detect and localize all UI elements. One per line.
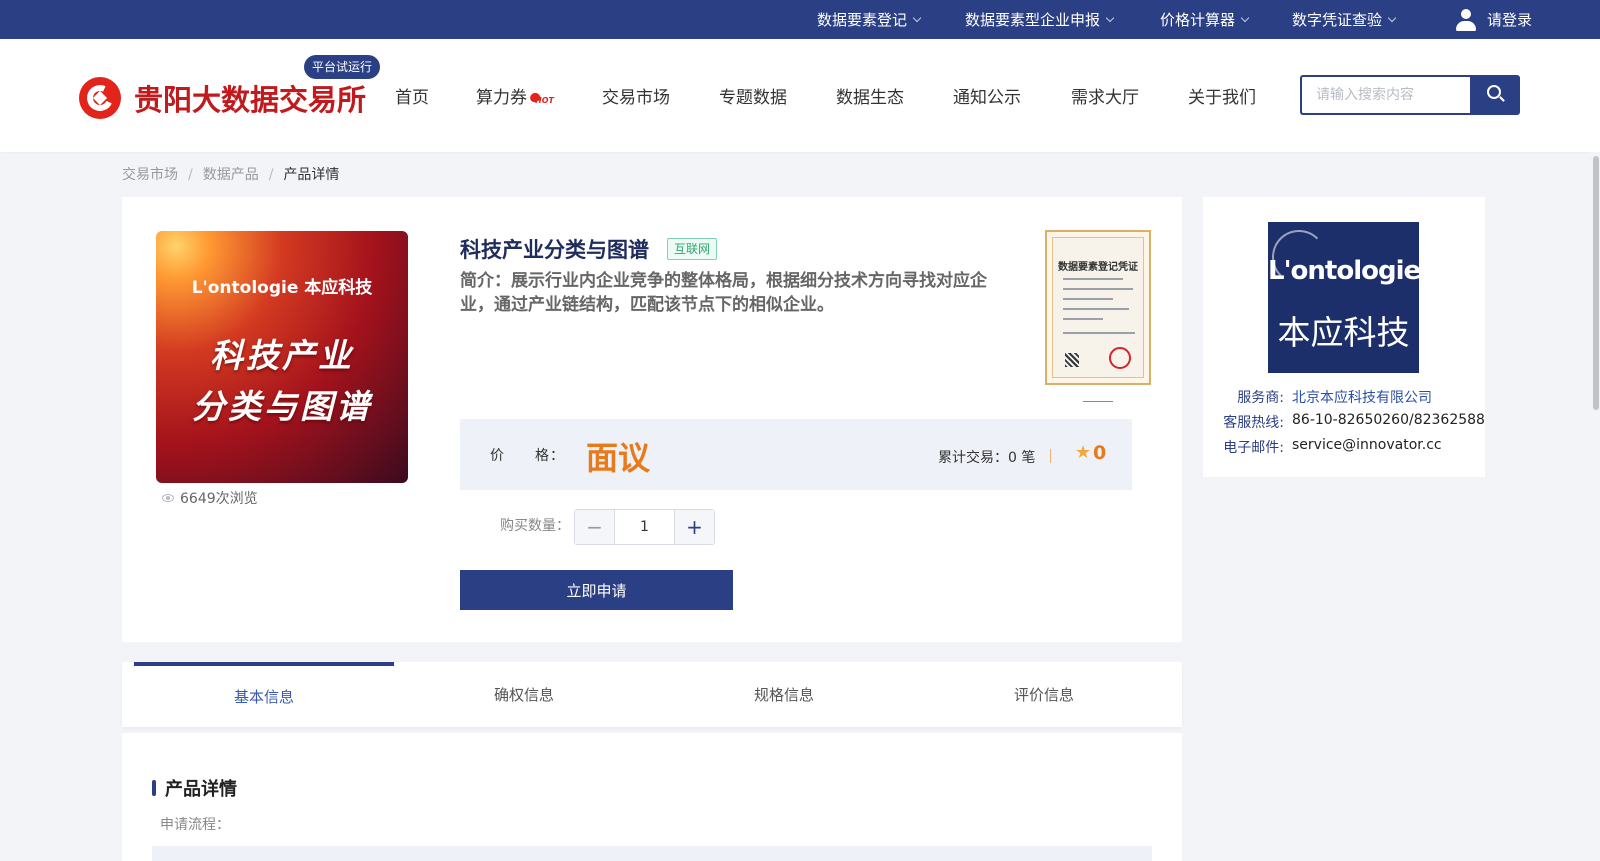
topnav-enterprise-declaration[interactable]: 数据要素型企业申报 (965, 0, 1115, 39)
view-count-text: 6649次浏览 (180, 491, 258, 507)
nav-label: 算力券 (476, 88, 527, 108)
price-value: 面议 (586, 439, 651, 477)
breadcrumb-trading-market[interactable]: 交易市场 (122, 167, 178, 183)
topnav-label: 价格计算器 (1160, 11, 1236, 29)
product-detail-section: 产品详情 申请流程： (122, 733, 1182, 861)
provider-name-link[interactable]: 北京本应科技有限公司 (1292, 387, 1432, 407)
nav-demand-hall[interactable]: 需求大厅 (1071, 83, 1139, 108)
view-count: 6649次浏览 (162, 488, 258, 508)
product-category-tag: 互联网 (667, 238, 718, 260)
quantity-stepper: − 1 + (574, 509, 715, 545)
seal-icon (1109, 347, 1131, 369)
main-header: 贵阳大数据交易所 平台试运行 首页 算力券 HOT 交易市场 专题数据 数据生态 … (0, 39, 1600, 152)
provider-hotline-key: 客服热线: (1223, 415, 1284, 431)
chevron-down-icon (912, 13, 922, 22)
provider-name-key: 服务商: (1237, 390, 1284, 406)
info-tabs: 基本信息 确权信息 规格信息 评价信息 (122, 662, 1182, 727)
search-button[interactable] (1470, 75, 1520, 115)
product-card: L'ontologie 本应科技 科技产业 分类与图谱 6649次浏览 科技产业… (122, 197, 1182, 642)
nav-trading-market[interactable]: 交易市场 (602, 83, 670, 108)
topnav-certificate-verify[interactable]: 数字凭证查验 (1292, 0, 1397, 39)
chevron-down-icon (1240, 13, 1250, 22)
scrollbar-thumb[interactable] (1593, 156, 1599, 410)
increment-button[interactable]: + (674, 510, 714, 544)
product-description: 简介：展示行业内企业竞争的整体格局，根据细分技术方向寻找对应企业，通过产业链结构… (460, 271, 987, 315)
hot-badge-text: HOT (535, 96, 554, 105)
user-icon (1455, 8, 1477, 32)
apply-now-button[interactable]: 立即申请 (460, 570, 733, 610)
nav-about-us[interactable]: 关于我们 (1188, 83, 1256, 108)
decrement-button[interactable]: − (575, 510, 615, 544)
top-bar: 数据要素登记 数据要素型企业申报 价格计算器 数字凭证查验 请登录 (0, 0, 1600, 39)
divider (1050, 449, 1051, 463)
quantity-label: 购买数量： (500, 518, 570, 534)
nav-compute-voucher[interactable]: 算力券 HOT (476, 83, 554, 108)
chevron-down-icon (1387, 13, 1397, 22)
topnav-data-registration[interactable]: 数据要素登记 (817, 0, 922, 39)
breadcrumb-current: 产品详情 (283, 167, 340, 183)
product-image-line1: 科技产业 (210, 336, 354, 375)
product-image-brand: L'ontologie 本应科技 (191, 278, 373, 298)
login-link[interactable]: 请登录 (1455, 0, 1532, 39)
rating-value: 0 (1093, 442, 1107, 464)
hot-badge-icon: HOT (528, 91, 554, 105)
search-box (1300, 75, 1470, 115)
certificate-thumbnail[interactable]: 数据要素登记凭证 (1045, 230, 1151, 385)
tab-review-info[interactable]: 评价信息 (914, 662, 1174, 727)
site-logo-text[interactable]: 贵阳大数据交易所 (134, 77, 366, 119)
provider-email-value: service@innovator.cc (1292, 437, 1442, 453)
provider-email-key: 电子邮件: (1223, 440, 1284, 456)
qr-code-icon (1065, 353, 1079, 367)
eye-icon (162, 494, 174, 502)
breadcrumb: 交易市场 / 数据产品 / 产品详情 (122, 167, 340, 183)
product-title: 科技产业分类与图谱 (460, 238, 649, 262)
provider-card: L'ontologie 本应科技 服务商: 北京本应科技有限公司 客服热线: 8… (1203, 197, 1485, 477)
product-image: L'ontologie 本应科技 科技产业 分类与图谱 (156, 231, 408, 483)
tab-rights-info[interactable]: 确权信息 (394, 662, 654, 727)
provider-logo-line2: 本应科技 (1277, 313, 1410, 352)
breadcrumb-data-products[interactable]: 数据产品 (203, 167, 259, 183)
nav-home[interactable]: 首页 (395, 83, 429, 108)
nav-data-ecosystem[interactable]: 数据生态 (836, 83, 904, 108)
provider-logo: L'ontologie 本应科技 (1268, 222, 1419, 373)
application-flow-box (152, 846, 1152, 861)
product-image-line2: 分类与图谱 (192, 387, 372, 426)
certificate-indicator (1083, 401, 1113, 402)
tab-basic-info[interactable]: 基本信息 (134, 662, 394, 727)
trade-count: 累计交易：0 笔 (938, 450, 1036, 466)
tab-spec-info[interactable]: 规格信息 (654, 662, 914, 727)
provider-hotline-value: 86-10-82650260/82362588 (1292, 412, 1485, 428)
topnav-price-calculator[interactable]: 价格计算器 (1160, 0, 1250, 39)
provider-name-row: 服务商: 北京本应科技有限公司 (1223, 387, 1432, 407)
application-flow-label: 申请流程： (160, 817, 230, 833)
quantity-value[interactable]: 1 (615, 510, 674, 544)
search-input[interactable] (1302, 77, 1470, 113)
price-label: 价 格： (490, 448, 565, 464)
nav-topic-data[interactable]: 专题数据 (719, 83, 787, 108)
nav-notices[interactable]: 通知公示 (953, 83, 1021, 108)
provider-email-row: 电子邮件: service@innovator.cc (1223, 437, 1442, 457)
section-title: 产品详情 (152, 775, 237, 801)
star-icon: ★ (1075, 442, 1092, 463)
topnav-label: 数据要素登记 (817, 11, 908, 29)
topnav-label: 数据要素型企业申报 (965, 11, 1101, 29)
provider-logo-line1: L'ontologie (1268, 256, 1419, 286)
chevron-down-icon (1105, 13, 1115, 22)
provider-hotline-row: 客服热线: 86-10-82650260/82362588 (1223, 412, 1485, 432)
topnav-label: 数字凭证查验 (1292, 11, 1383, 29)
price-panel: 价 格： 面议 累计交易：0 笔 ★ 0 (460, 419, 1132, 490)
trial-badge: 平台试运行 (304, 55, 381, 79)
certificate-title: 数据要素登记凭证 (1058, 262, 1138, 273)
login-label: 请登录 (1487, 11, 1533, 29)
logo-icon[interactable] (79, 77, 121, 119)
